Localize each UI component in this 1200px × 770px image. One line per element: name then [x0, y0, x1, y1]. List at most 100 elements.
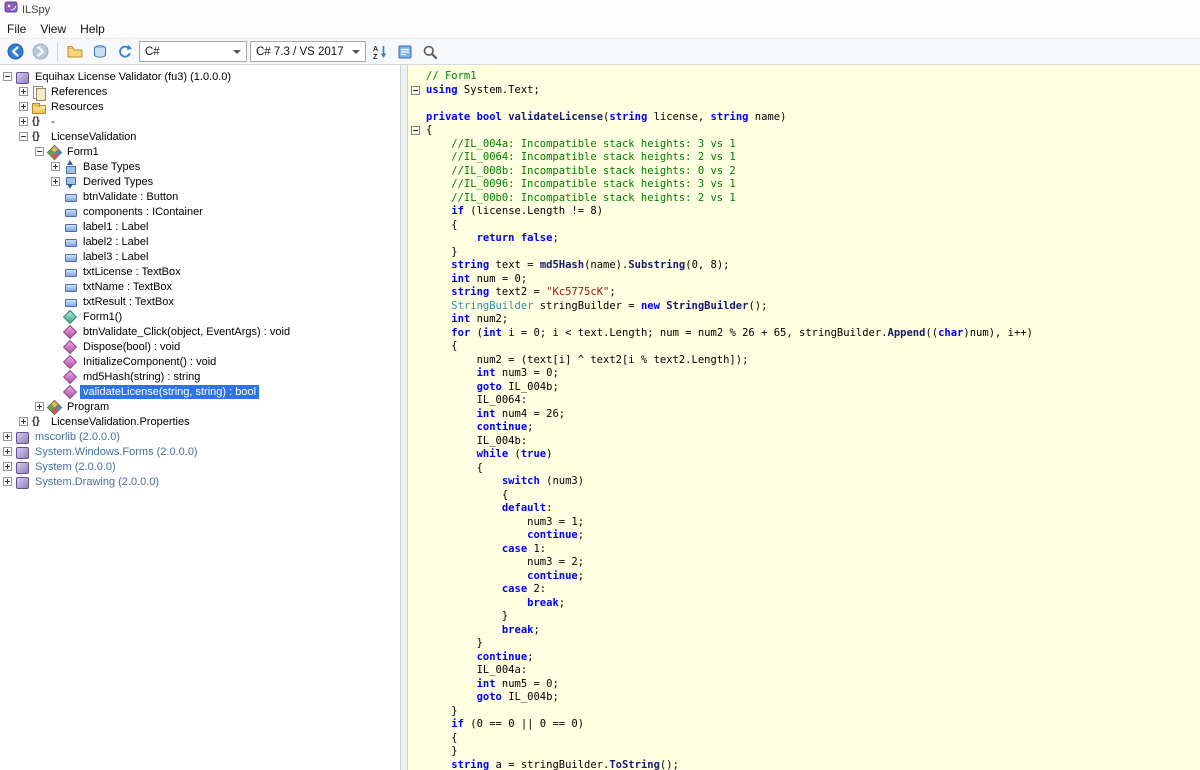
field-icon: [63, 205, 77, 219]
tree-item-label: Derived Types: [80, 175, 156, 189]
code-text: //IL_008b: Incompatible stack heights: 0…: [426, 165, 736, 179]
reload-button[interactable]: [114, 41, 136, 63]
code-line: int num2;: [408, 313, 1200, 327]
code-text: }: [426, 610, 508, 624]
tree-item[interactable]: label1 : Label: [0, 219, 400, 234]
field-icon: [63, 235, 77, 249]
expand-icon[interactable]: [19, 417, 28, 426]
tree-item[interactable]: btnValidate_Click(object, EventArgs) : v…: [0, 324, 400, 339]
expand-icon[interactable]: [51, 162, 60, 171]
code-line: //IL_008b: Incompatible stack heights: 0…: [408, 165, 1200, 179]
expand-icon[interactable]: [3, 447, 12, 456]
tree-item[interactable]: LicenseValidation: [0, 129, 400, 144]
tree-item[interactable]: md5Hash(string) : string: [0, 369, 400, 384]
code-text: {: [426, 124, 432, 138]
tree-item[interactable]: Equihax License Validator (fu3) (1.0.0.0…: [0, 69, 400, 84]
code-text: continue;: [426, 421, 533, 435]
tree-item[interactable]: txtLicense : TextBox: [0, 264, 400, 279]
collapse-icon[interactable]: [35, 147, 44, 156]
code-text: if (license.Length != 8): [426, 205, 603, 219]
tree-item[interactable]: LicenseValidation.Properties: [0, 414, 400, 429]
tree-item[interactable]: Dispose(bool) : void: [0, 339, 400, 354]
menu-view[interactable]: View: [33, 22, 73, 36]
window-title: ILSpy: [22, 4, 50, 16]
code-line: int num3 = 0;: [408, 367, 1200, 381]
tree-item-label: Dispose(bool) : void: [80, 340, 183, 354]
tree-item[interactable]: Form1(): [0, 309, 400, 324]
expand-icon[interactable]: [51, 177, 60, 186]
expand-icon[interactable]: [19, 117, 28, 126]
expand-icon[interactable]: [19, 102, 28, 111]
code-line: // Form1: [408, 70, 1200, 84]
code-line: }: [408, 246, 1200, 260]
code-line: //IL_00b0: Incompatible stack heights: 2…: [408, 192, 1200, 206]
tree-item[interactable]: System.Windows.Forms (2.0.0.0): [0, 444, 400, 459]
code-text: if (0 == 0 || 0 == 0): [426, 718, 584, 732]
forward-button[interactable]: [29, 41, 51, 63]
back-button[interactable]: [4, 41, 26, 63]
sort-assemblies-button[interactable]: AZ: [369, 41, 391, 63]
tree-item-label: label2 : Label: [80, 235, 151, 249]
open-button[interactable]: [64, 41, 86, 63]
expand-icon[interactable]: [35, 402, 44, 411]
open-from-gac-button[interactable]: [89, 41, 111, 63]
code-line: StringBuilder stringBuilder = new String…: [408, 300, 1200, 314]
search-icon: [422, 44, 438, 60]
tree-item[interactable]: Derived Types: [0, 174, 400, 189]
menu-help[interactable]: Help: [73, 22, 112, 36]
code-text: IL_004b:: [426, 435, 527, 449]
search-button[interactable]: [419, 41, 441, 63]
assembly-icon: [15, 70, 29, 84]
code-line: [408, 97, 1200, 111]
tree-item-label: mscorlib (2.0.0.0): [32, 430, 123, 444]
tree-item[interactable]: btnValidate : Button: [0, 189, 400, 204]
code-text: continue;: [426, 651, 533, 665]
fold-collapse-icon[interactable]: [411, 86, 420, 95]
tree-item[interactable]: txtName : TextBox: [0, 279, 400, 294]
code-text: break;: [426, 597, 565, 611]
language-combo[interactable]: C#: [139, 41, 247, 62]
field-icon: [63, 295, 77, 309]
tree-item[interactable]: System.Drawing (2.0.0.0): [0, 474, 400, 489]
pane-splitter[interactable]: [400, 65, 408, 770]
collapse-icon[interactable]: [19, 132, 28, 141]
code-text: goto IL_004b;: [426, 691, 559, 705]
tree-item[interactable]: References: [0, 84, 400, 99]
tree-item[interactable]: -: [0, 114, 400, 129]
tree-item[interactable]: label3 : Label: [0, 249, 400, 264]
tree-item[interactable]: mscorlib (2.0.0.0): [0, 429, 400, 444]
tree-item[interactable]: Form1: [0, 144, 400, 159]
toolbar-separator: [57, 43, 58, 61]
tree-item[interactable]: validateLicense(string, string) : bool: [0, 384, 400, 399]
tree-item[interactable]: txtResult : TextBox: [0, 294, 400, 309]
expand-icon[interactable]: [3, 432, 12, 441]
language-version-combo[interactable]: C# 7.3 / VS 2017: [250, 41, 366, 62]
expand-icon[interactable]: [3, 477, 12, 486]
tree-item[interactable]: label2 : Label: [0, 234, 400, 249]
code-line: num2 = (text[i] ^ text2[i % text2.Length…: [408, 354, 1200, 368]
ilspy-window: ILSpy FileViewHelp C# C# 7.3 / VS 2017 A…: [0, 0, 1200, 770]
menubar: FileViewHelp: [0, 19, 1200, 38]
tree-item[interactable]: Resources: [0, 99, 400, 114]
field-icon: [63, 190, 77, 204]
code-line: continue;: [408, 570, 1200, 584]
tree-item[interactable]: System (2.0.0.0): [0, 459, 400, 474]
svg-text:A: A: [373, 46, 378, 53]
code-text: num3 = 1;: [426, 516, 584, 530]
tree-item-label: Equihax License Validator (fu3) (1.0.0.0…: [32, 70, 234, 84]
code-line: continue;: [408, 529, 1200, 543]
tree-item-label: txtName : TextBox: [80, 280, 175, 294]
fold-collapse-icon[interactable]: [411, 126, 420, 135]
menu-file[interactable]: File: [0, 22, 33, 36]
collapse-icon[interactable]: [3, 72, 12, 81]
code-line: {: [408, 489, 1200, 503]
expand-icon[interactable]: [19, 87, 28, 96]
tree-item[interactable]: InitializeComponent() : void: [0, 354, 400, 369]
tree-item[interactable]: Base Types: [0, 159, 400, 174]
tree-item-label: Form1(): [80, 310, 125, 324]
options-button[interactable]: [394, 41, 416, 63]
expand-icon[interactable]: [3, 462, 12, 471]
tree-item[interactable]: Program: [0, 399, 400, 414]
code-text: {: [426, 340, 458, 354]
tree-item[interactable]: components : IContainer: [0, 204, 400, 219]
